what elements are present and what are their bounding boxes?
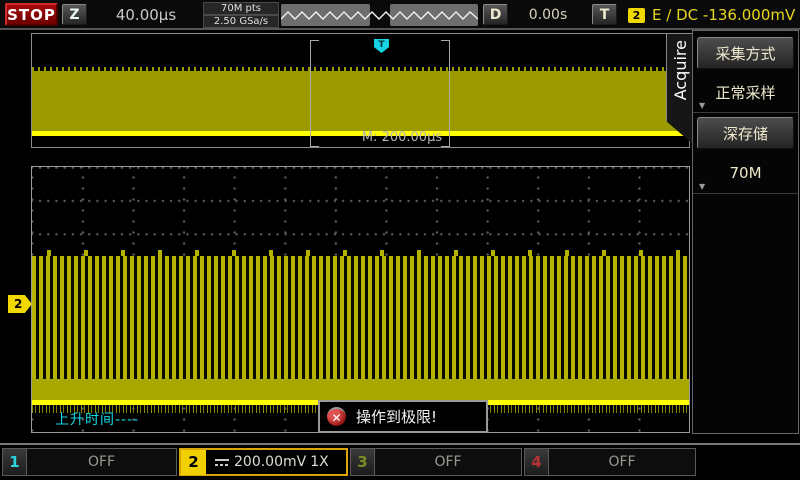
top-status-bar: STOP Z 40.00μs 70M pts 2.50 GSa/s D 0.00… xyxy=(0,0,800,30)
channel2-settings: 200.00mV 1X xyxy=(206,454,346,470)
menu-divider xyxy=(693,193,798,194)
channel2-waveform xyxy=(32,256,689,379)
menu-deep-memory-button[interactable]: 深存储 xyxy=(697,117,794,149)
sample-rate: 2.50 GSa/s xyxy=(203,15,279,28)
warning-message: 操作到极限! xyxy=(356,406,437,427)
channel1-status-cell[interactable]: 1 OFF xyxy=(2,448,177,476)
trigger-readout: 2 E ∕ DC -136.000mV xyxy=(628,3,798,27)
acquire-side-menu: 采集方式 正常采样 ▼ 深存储 70M ▼ xyxy=(692,30,799,434)
trigger-level: -136.000mV xyxy=(703,6,795,24)
zoom-mode-button[interactable]: Z xyxy=(62,4,87,25)
oscilloscope-screen: STOP Z 40.00μs 70M pts 2.50 GSa/s D 0.00… xyxy=(0,0,800,480)
channel1-state: OFF xyxy=(27,454,176,470)
channel2-scale: 200.00mV xyxy=(234,454,306,470)
horizontal-position-indicator[interactable] xyxy=(281,4,478,26)
memory-depth: 70M pts xyxy=(203,2,279,15)
preview-waveform-band xyxy=(32,71,689,131)
trigger-button[interactable]: T xyxy=(592,4,617,25)
trigger-coupling: DC xyxy=(676,6,698,24)
waveform-zigzag-icon xyxy=(281,4,478,26)
channel4-state: OFF xyxy=(549,454,695,470)
channel1-badge: 1 xyxy=(3,449,27,475)
run-stop-button[interactable]: STOP xyxy=(5,3,58,26)
channel4-badge: 4 xyxy=(525,449,549,475)
timebase-readout: 40.00μs xyxy=(92,3,200,26)
trigger-type: E xyxy=(652,6,661,24)
menu-deep-memory-value[interactable]: 70M xyxy=(693,157,798,189)
menu-acquisition-mode-button[interactable]: 采集方式 xyxy=(697,37,794,69)
channel2-ground-marker[interactable]: 2 xyxy=(8,295,32,313)
waveform-display-grid xyxy=(31,166,690,433)
menu-divider xyxy=(693,112,798,113)
channel4-status-cell[interactable]: 4 OFF xyxy=(524,448,696,476)
delay-button[interactable]: D xyxy=(483,4,508,25)
trigger-channel-badge: 2 xyxy=(628,8,645,23)
main-timebase-label: M: 200.00μs xyxy=(332,130,472,145)
channel3-status-cell[interactable]: 3 OFF xyxy=(350,448,522,476)
rising-edge-icon: ∕ xyxy=(666,6,671,24)
full-record-preview: T M: 200.00μs xyxy=(31,33,690,148)
dropdown-arrow-icon: ▼ xyxy=(699,182,705,191)
channel3-badge: 3 xyxy=(351,449,375,475)
delay-readout: 0.00s xyxy=(512,3,584,26)
trigger-position-marker[interactable]: T xyxy=(374,39,389,53)
trigger-info-text: E ∕ DC -136.000mV xyxy=(652,6,795,24)
dc-coupling-icon xyxy=(214,457,230,467)
channel3-state: OFF xyxy=(375,454,521,470)
zoom-window-left-bracket[interactable] xyxy=(310,40,319,147)
error-icon: ✕ xyxy=(327,407,346,426)
rise-time-measurement: 上升时间---- xyxy=(55,409,139,429)
channel2-probe: 1X xyxy=(310,454,329,470)
dropdown-arrow-icon: ▼ xyxy=(699,101,705,110)
acquire-tab-label: Acquire xyxy=(671,40,690,100)
channel2-waveform-dense-band xyxy=(32,379,689,400)
acquisition-readout: 70M pts 2.50 GSa/s xyxy=(203,2,279,28)
channel-status-bar: 1 OFF 2 200.00mV 1X 3 OFF 4 OFF xyxy=(0,443,800,480)
limit-warning-popup: ✕ 操作到极限! xyxy=(318,400,488,433)
menu-acquisition-mode-value[interactable]: 正常采样 xyxy=(693,76,798,108)
channel2-status-cell[interactable]: 2 200.00mV 1X xyxy=(179,448,348,476)
channel2-badge: 2 xyxy=(181,450,206,475)
